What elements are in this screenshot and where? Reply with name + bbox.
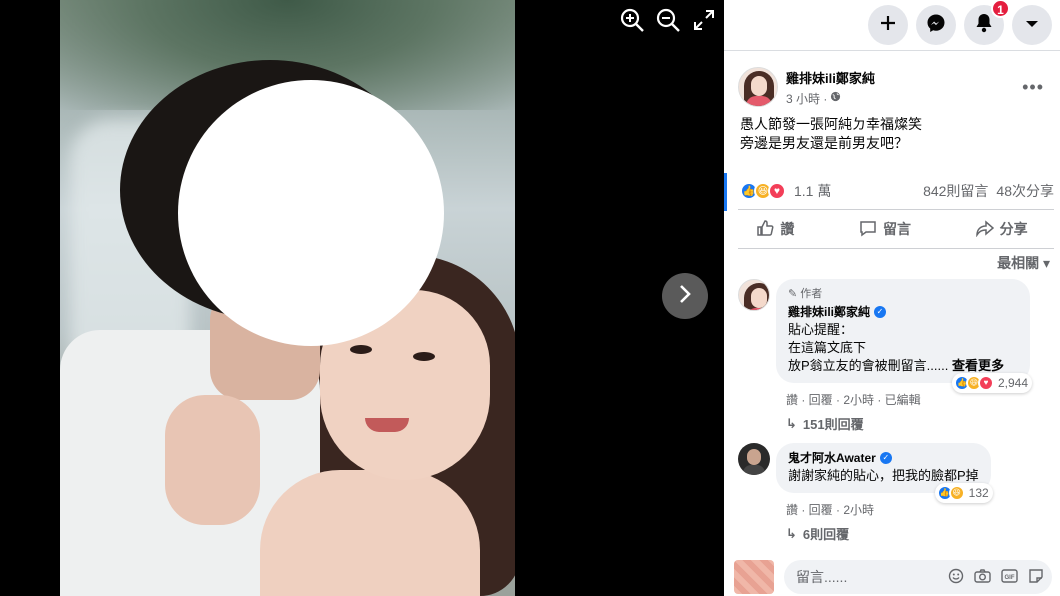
- view-replies-link[interactable]: ↳ 6則回覆: [776, 518, 1050, 543]
- notification-badge: 1: [991, 0, 1010, 18]
- post-panel: 1 雞排妹ili鄭家純 3 小時 · ••• 愚人節發一張阿純ㄉ幸福燦笑 旁邊是…: [724, 0, 1060, 596]
- author-tag: 作者: [800, 288, 823, 300]
- post-timestamp[interactable]: 3 小時 ·: [786, 90, 827, 107]
- account-menu-button[interactable]: [1012, 5, 1052, 45]
- share-label: 分享: [999, 221, 1028, 237]
- zoom-in-icon[interactable]: [618, 6, 646, 34]
- viewer-toolbar: [618, 6, 718, 34]
- plus-icon: [879, 14, 897, 37]
- comment-reaction-count: 132: [968, 486, 989, 500]
- fullscreen-icon[interactable]: [690, 6, 718, 34]
- comment-line: 放P翁立友的會被刪留言......: [788, 358, 949, 373]
- create-button[interactable]: [868, 5, 908, 45]
- post-author-name[interactable]: 雞排妹ili鄭家純: [786, 68, 1022, 87]
- commenter-avatar[interactable]: [738, 443, 770, 475]
- more-options-icon[interactable]: •••: [1022, 77, 1044, 98]
- pencil-icon: ✎: [788, 288, 798, 300]
- comment-reactions[interactable]: 👍 😆 132: [934, 483, 993, 503]
- reply-arrow-icon: ↳: [786, 525, 797, 541]
- commenter-name[interactable]: 鬼才阿水Awater: [788, 449, 876, 467]
- comment-actions[interactable]: 讚 · 回覆 · 2小時: [776, 493, 1050, 518]
- messenger-button[interactable]: [916, 5, 956, 45]
- thumbs-up-icon: [756, 219, 774, 240]
- post-text: 愚人節發一張阿純ㄉ幸福燦笑 旁邊是男友還是前男友吧？: [724, 107, 1060, 153]
- replies-count: 151則回覆: [802, 417, 864, 432]
- chevron-right-icon: [676, 283, 694, 310]
- comment-line: 貼心提醒：: [788, 322, 854, 337]
- notifications-button[interactable]: 1: [964, 0, 1010, 45]
- author-avatar[interactable]: [738, 67, 778, 107]
- share-button[interactable]: 分享: [975, 219, 1028, 240]
- next-photo-button[interactable]: [662, 273, 708, 319]
- messenger-icon: [926, 13, 946, 38]
- bell-icon: [975, 13, 993, 38]
- top-bar: 1: [724, 0, 1060, 50]
- commenter-avatar[interactable]: [738, 279, 770, 311]
- svg-text:GIF: GIF: [1005, 575, 1015, 581]
- post-photo[interactable]: [60, 0, 515, 596]
- comment-sort[interactable]: 最相關 ▾: [724, 249, 1060, 273]
- caret-down-icon: [1025, 16, 1039, 34]
- comment-icon: [859, 219, 877, 240]
- camera-icon[interactable]: [974, 568, 991, 587]
- verified-icon: ✓: [874, 306, 887, 318]
- emoji-icon[interactable]: [948, 568, 964, 587]
- caret-down-icon: ▾: [1042, 255, 1050, 271]
- comment: 鬼才阿水Awater ✓ 謝謝家純的貼心，把我的臉都P掉 👍 😆 132 讚 · …: [724, 443, 1060, 543]
- photo-viewer: [0, 0, 724, 596]
- zoom-out-icon[interactable]: [654, 6, 682, 34]
- sort-label: 最相關: [997, 255, 1040, 271]
- sticker-icon[interactable]: [1028, 568, 1044, 587]
- face-mask-circle: [178, 80, 444, 346]
- my-avatar[interactable]: [734, 560, 774, 594]
- love-reaction-icon: ♥: [768, 182, 786, 200]
- post-actions: 讚 留言 分享: [724, 210, 1060, 248]
- like-button[interactable]: 讚: [756, 219, 794, 240]
- shares-count[interactable]: 48次分享: [996, 181, 1054, 201]
- comment-composer: 留言...... GIF: [724, 558, 1060, 596]
- like-label: 讚: [780, 221, 795, 237]
- share-icon: [975, 219, 994, 240]
- comment-bubble: ✎ 作者 雞排妹ili鄭家純 ✓ 貼心提醒： 在這篇文底下 放P翁立友的會被刪留言.…: [776, 279, 1032, 393]
- post-text-line: 旁邊是男友還是前男友吧？: [740, 135, 908, 151]
- comment-button[interactable]: 留言: [859, 219, 911, 240]
- comment-input[interactable]: 留言...... GIF: [784, 560, 1052, 594]
- commenter-name[interactable]: 雞排妹ili鄭家純: [788, 303, 870, 321]
- verified-icon: ✓: [879, 452, 892, 464]
- comment: ✎ 作者 雞排妹ili鄭家純 ✓ 貼心提醒： 在這篇文底下 放P翁立友的會被刪留言.…: [724, 279, 1060, 433]
- reaction-count[interactable]: 1.1 萬: [794, 181, 831, 201]
- globe-icon: [830, 91, 841, 105]
- comment-label: 留言: [882, 221, 911, 237]
- reply-arrow-icon: ↳: [786, 415, 797, 431]
- gif-icon[interactable]: GIF: [1001, 568, 1018, 587]
- view-replies-link[interactable]: ↳ 151則回覆: [776, 408, 1050, 433]
- love-reaction-icon: ♥: [977, 375, 994, 391]
- haha-reaction-icon: 😆: [948, 485, 965, 501]
- comment-reaction-count: 2,944: [997, 376, 1028, 390]
- comment-reactions[interactable]: 👍 😆 ♥ 2,944: [951, 373, 1032, 393]
- see-more-link[interactable]: 查看更多: [952, 358, 1004, 373]
- reactions-summary: 👍 😆 ♥ 1.1 萬 842則留言 48次分享: [724, 173, 1060, 211]
- comments-count[interactable]: 842則留言: [923, 181, 988, 201]
- reaction-icons[interactable]: 👍 😆 ♥ 1.1 萬: [740, 181, 831, 201]
- post-header: 雞排妹ili鄭家純 3 小時 · •••: [724, 51, 1060, 107]
- app-root: 1 雞排妹ili鄭家純 3 小時 · ••• 愚人節發一張阿純ㄉ幸福燦笑 旁邊是…: [0, 0, 1060, 596]
- comment-line: 在這篇文底下: [788, 340, 867, 355]
- replies-count: 6則回覆: [802, 527, 850, 542]
- post-text-line: 愚人節發一張阿純ㄉ幸福燦笑: [740, 116, 922, 132]
- comment-placeholder: 留言......: [796, 569, 848, 585]
- comment-bubble: 鬼才阿水Awater ✓ 謝謝家純的貼心，把我的臉都P掉 👍 😆 132: [776, 443, 993, 503]
